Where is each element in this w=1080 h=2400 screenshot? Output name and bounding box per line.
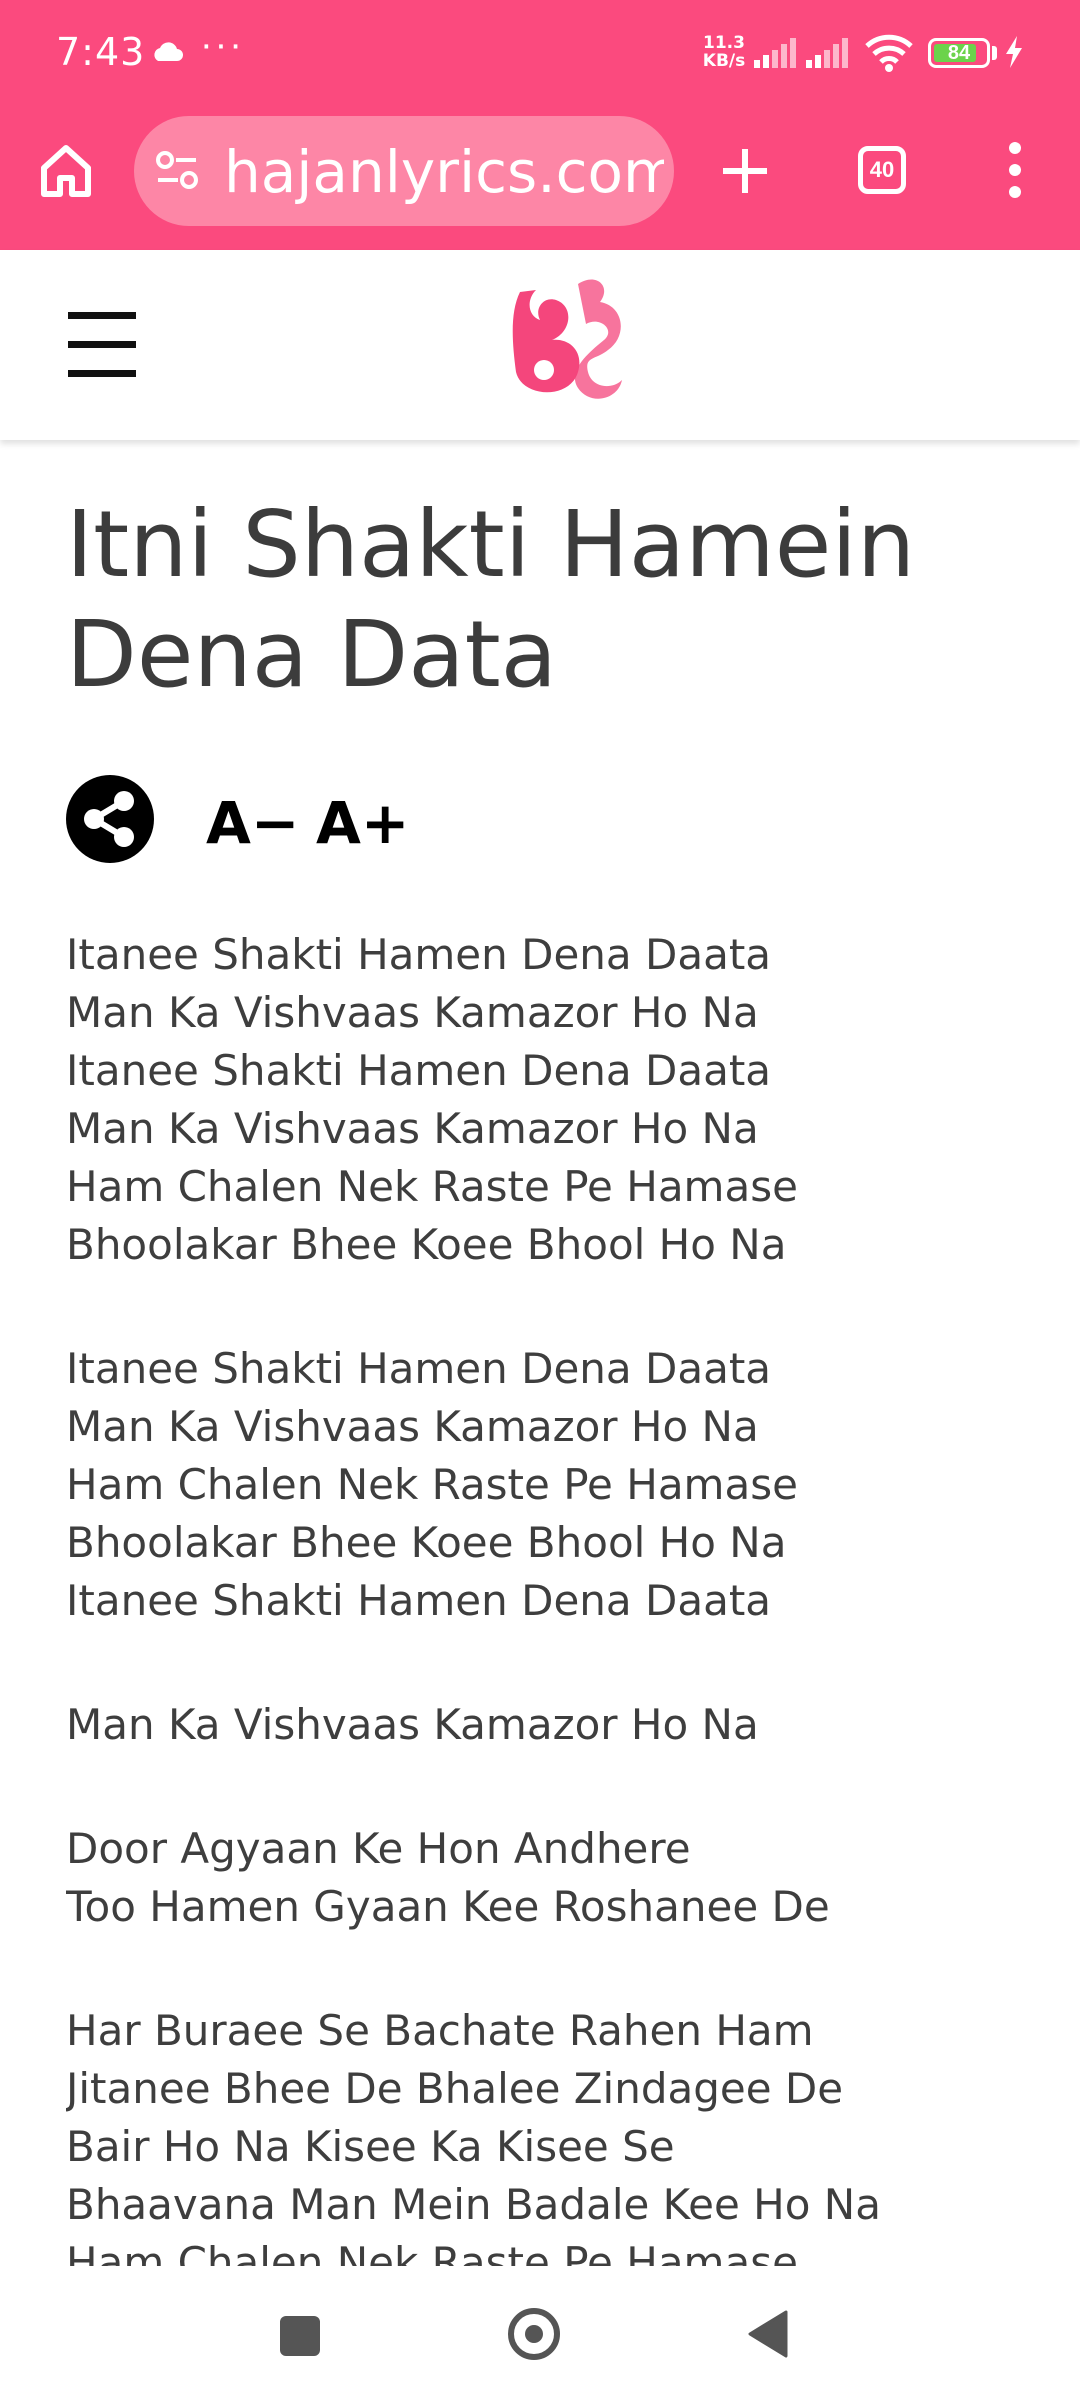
network-speed: 11.3 KB/s [700,34,748,70]
lyrics-body: Itanee Shakti Hamen Dena Daata Man Ka Vis… [66,926,1046,2266]
address-bar[interactable]: hajanlyrics.com [134,116,674,226]
lyrics-stanza: Itanee Shakti Hamen Dena Daata Man Ka Vis… [66,1340,1046,1630]
recent-apps-button[interactable] [280,2316,320,2356]
more-notifications-indicator: ··· [200,24,244,66]
wifi-icon [865,34,913,72]
lyrics-stanza: Door Agyaan Ke Hon Andhere Too Hamen Gyaa… [66,1820,1046,1936]
share-icon [84,791,134,847]
lyrics-line: Har Buraee Se Bachate Rahen Ham [66,2006,814,2055]
status-bar: 7:43 ··· 11.3 KB/s 84 [0,0,1080,108]
lyrics-line: Man Ka Vishvaas Kamazor Ho Na [66,1104,759,1153]
increase-font-button[interactable]: A+ [316,789,410,857]
lyrics-line: Too Hamen Gyaan Kee Roshanee De [66,1882,830,1931]
url-text[interactable]: hajanlyrics.com [224,138,664,206]
lyrics-line: Itanee Shakti Hamen Dena Daata [66,1344,772,1393]
cloud-icon [154,42,183,61]
battery-tip [992,46,997,60]
lyrics-line: Ham Chalen Nek Raste Pe Hamase [66,1460,798,1509]
network-speed-unit: KB/s [702,51,746,71]
charging-icon [1006,36,1022,68]
network-speed-value: 11.3 [703,33,745,53]
site-header [0,250,1080,440]
lyrics-line: Door Agyaan Ke Hon Andhere [66,1824,691,1873]
lyrics-line: Ham Chalen Nek Raste Pe Hamase [66,1162,798,1211]
cell-signal-icon [754,38,796,68]
hamburger-menu-icon[interactable] [68,312,136,378]
lyrics-stanza: Itanee Shakti Hamen Dena Daata Man Ka Vis… [66,926,1046,1274]
lyrics-line: Bhoolakar Bhee Koee Bhool Ho Na [66,1220,787,1269]
more-options-icon[interactable] [1000,140,1030,200]
share-button[interactable] [66,775,154,863]
home-button[interactable] [508,2308,560,2360]
lyrics-line: Itanee Shakti Hamen Dena Daata [66,930,772,979]
lyrics-line: Itanee Shakti Hamen Dena Daata [66,1046,772,1095]
lyrics-stanza: Har Buraee Se Bachate Rahen Ham Jitanee B… [66,2002,1046,2266]
lyrics-line: Bhoolakar Bhee Koee Bhool Ho Na [66,1518,787,1567]
site-settings-icon[interactable] [154,148,200,194]
lyrics-line: Man Ka Vishvaas Kamazor Ho Na [66,988,759,1037]
decrease-font-button[interactable]: A− [206,789,300,857]
status-time: 7:43 [56,30,146,74]
bhajan-logo-icon[interactable] [500,272,630,404]
lyrics-line: Itanee Shakti Hamen Dena Daata [66,1576,772,1625]
lyrics-line: Man Ka Vishvaas Kamazor Ho Na [66,1402,759,1451]
new-tab-icon[interactable] [720,146,770,196]
page-title: Itni Shakti Hamein Dena Data [66,491,916,708]
system-navigation-bar [0,2270,1080,2400]
tab-switcher-button[interactable]: 40 [858,146,906,194]
cell-signal-2-icon [806,38,848,68]
battery-icon: 84 [928,38,990,68]
home-icon[interactable] [36,140,96,200]
lyrics-line: Bair Ho Na Kisee Ka Kisee Se [66,2122,675,2171]
back-button[interactable] [746,2310,788,2358]
lyrics-line: Bhaavana Man Mein Badale Kee Ho Na [66,2180,881,2229]
browser-chrome: 7:43 ··· 11.3 KB/s 84 hajanlyrics.com 40 [0,0,1080,250]
lyrics-line: Jitanee Bhee De Bhalee Zindagee De [66,2064,844,2113]
battery-level: 84 [947,42,971,64]
lyrics-stanza: Man Ka Vishvaas Kamazor Ho Na [66,1696,1046,1754]
lyrics-line: Ham Chalen Nek Raste Pe Hamase [66,2238,798,2266]
lyrics-line: Man Ka Vishvaas Kamazor Ho Na [66,1700,759,1749]
